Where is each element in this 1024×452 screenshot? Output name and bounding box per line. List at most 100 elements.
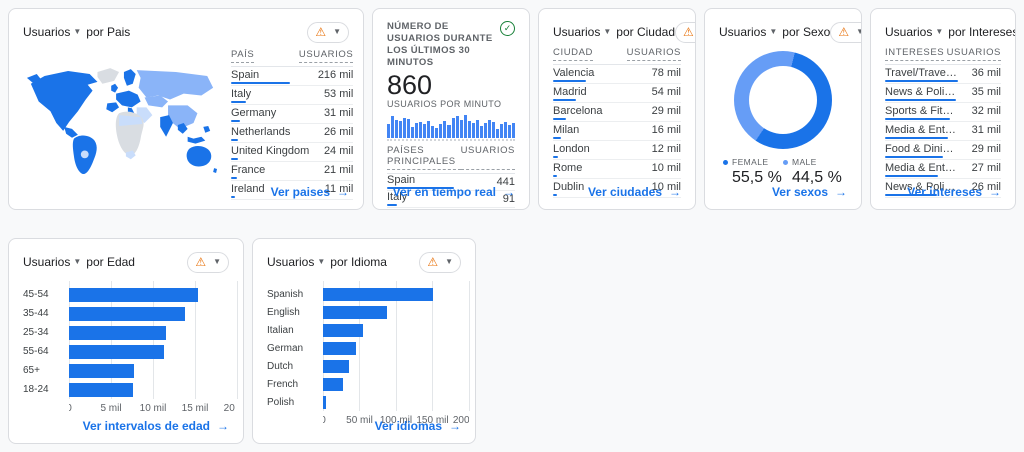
sparkline-bar <box>411 127 414 139</box>
axis-tick-label: 10 mil <box>140 403 167 414</box>
chevron-down-icon: ▼ <box>73 28 81 36</box>
bar <box>323 396 326 409</box>
row-value-bar <box>231 101 246 103</box>
table-row: France 21 mil <box>231 162 353 181</box>
arrow-right-icon: → <box>217 419 229 433</box>
realtime-heading: NÚMERO DE USUARIOS DURANTE LOS ÚLTIMOS 3… <box>387 21 496 69</box>
row-value-bar <box>885 137 948 139</box>
users-metric-dropdown[interactable]: Usuarios ▼ por Pais <box>23 25 130 39</box>
row-value-bar <box>553 156 558 158</box>
view-languages-link[interactable]: Ver idiomas→ <box>375 419 461 433</box>
chevron-down-icon: ▼ <box>213 258 221 266</box>
card-users-by-country: Usuarios ▼ por Pais ⚠ ▼ <box>8 8 364 210</box>
sparkline-bar <box>460 120 463 138</box>
sparkline-bar <box>415 123 418 138</box>
view-cities-link[interactable]: Ver ciudades→ <box>588 185 681 199</box>
row-value-bar <box>553 194 557 196</box>
table-header: PAÍSES PRINCIPALES USUARIOS <box>387 145 515 174</box>
legend-label: FEMALE <box>732 157 768 167</box>
users-metric-dropdown[interactable]: Usuarios ▼ por Ciudad <box>553 25 675 39</box>
check-circle-icon: ✓ <box>500 21 515 36</box>
arrow-right-icon: → <box>989 185 1001 199</box>
sparkline-bar <box>472 123 475 138</box>
table-row: News & Politics/Avid… 35 mil <box>885 84 1001 103</box>
row-value-bar <box>387 204 397 206</box>
legend-item: MALE 44,5 % <box>783 157 843 187</box>
table-row: Sports & Fitness/Sp… 32 mil <box>885 103 1001 122</box>
category-label: 55-64 <box>23 346 69 357</box>
users-metric-dropdown[interactable]: Usuarios ▼ por Sexo <box>719 25 830 39</box>
users-metric-dropdown[interactable]: Usuarios ▼ por Idioma <box>267 255 387 269</box>
row-value-bar <box>553 80 586 82</box>
bar-track <box>69 326 237 340</box>
bar-track <box>69 288 237 302</box>
bar-row: Dutch <box>267 357 469 375</box>
sparkline-bar <box>484 123 487 138</box>
table-header: INTERESES USUARIOS <box>885 47 1001 65</box>
gender-donut-chart <box>734 51 832 149</box>
table-row: Germany 62 <box>387 208 515 210</box>
data-quality-badge[interactable]: ⚠ ▼ <box>307 22 349 43</box>
view-genders-link[interactable]: Ver sexos→ <box>772 185 847 199</box>
bar-track <box>323 288 469 301</box>
bar-track <box>323 396 469 409</box>
category-label: 25-34 <box>23 327 69 338</box>
card-users-by-gender: Usuarios ▼ por Sexo ⚠ ▼ FEMALE 55,5 % <box>704 8 862 210</box>
view-age-ranges-link[interactable]: Ver intervalos de edad→ <box>83 419 229 433</box>
data-quality-badge[interactable]: ⚠ ▼ <box>675 22 696 43</box>
sparkline-bar <box>407 119 410 138</box>
row-name: Germany <box>387 209 515 210</box>
data-quality-badge[interactable]: ⚠ ▼ <box>187 252 229 273</box>
users-metric-dropdown[interactable]: Usuarios ▼ por Edad <box>23 255 135 269</box>
sparkline-bar <box>500 124 503 138</box>
table-row: London 12 mil <box>553 141 681 160</box>
table-header: CIUDAD USUARIOS <box>553 47 681 65</box>
bar <box>323 306 387 319</box>
row-value-bar <box>231 139 238 141</box>
bar-row: 45-54 <box>23 285 237 304</box>
row-value: 29 mil <box>972 143 1001 155</box>
data-quality-badge[interactable]: ⚠ ▼ <box>419 252 461 273</box>
row-value: 10 mil <box>652 162 681 174</box>
sparkline-bar <box>488 120 491 138</box>
row-value-bar <box>553 137 561 139</box>
category-label: Dutch <box>267 361 323 372</box>
sparkline-bar <box>468 121 471 138</box>
card-header: Usuarios ▼ por Pais ⚠ ▼ <box>23 21 349 43</box>
warning-icon: ⚠ <box>838 26 849 38</box>
sparkline-bar <box>387 124 390 138</box>
row-value: 21 mil <box>324 164 353 176</box>
bar-row: 35-44 <box>23 304 237 323</box>
category-label: 45-54 <box>23 289 69 300</box>
warning-icon: ⚠ <box>315 26 326 38</box>
table-row: Milan 16 mil <box>553 122 681 141</box>
column-header-name: PAÍS <box>231 49 254 63</box>
category-label: English <box>267 307 323 318</box>
data-quality-badge[interactable]: ⚠ ▼ <box>830 22 862 43</box>
card-users-by-city: Usuarios ▼ por Ciudad ⚠ ▼ CIUDAD USUARIO… <box>538 8 696 210</box>
table-row: Travel/Travel Buffs 36 mil <box>885 65 1001 84</box>
axis-tick-label: 50 mil <box>346 415 373 426</box>
bar <box>69 383 133 397</box>
top-countries-table: PAÍSES PRINCIPALES USUARIOS Spain 441 It… <box>387 145 515 210</box>
chevron-down-icon: ▼ <box>935 28 943 36</box>
view-interests-link[interactable]: Ver intereses→ <box>907 185 1001 199</box>
card-header: Usuarios ▼ por Intereses ⚠ ▼ <box>885 21 1001 43</box>
row-value: 31 mil <box>972 124 1001 136</box>
sparkline-bar <box>464 115 467 138</box>
bar-track <box>323 324 469 337</box>
column-header-name: PAÍSES PRINCIPALES <box>387 145 461 170</box>
column-header-value: USUARIOS <box>947 47 1001 61</box>
view-countries-link[interactable]: Ver paises→ <box>271 185 349 199</box>
view-realtime-link[interactable]: Ver en tiempo real→ <box>393 185 515 199</box>
users-metric-dropdown[interactable]: Usuarios ▼ por Intereses <box>885 25 1016 39</box>
bar-row: Italian <box>267 321 469 339</box>
bar-row: 18-24 <box>23 380 237 399</box>
table-row: Media & Entertainme… 27 mil <box>885 160 1001 179</box>
bar-row: Polish <box>267 393 469 411</box>
bar-row: 55-64 <box>23 342 237 361</box>
row-value: 54 mil <box>652 86 681 98</box>
sparkline-bar <box>480 126 483 138</box>
arrow-right-icon: → <box>503 185 515 199</box>
table-row: Media & Entertainme… 31 mil <box>885 122 1001 141</box>
